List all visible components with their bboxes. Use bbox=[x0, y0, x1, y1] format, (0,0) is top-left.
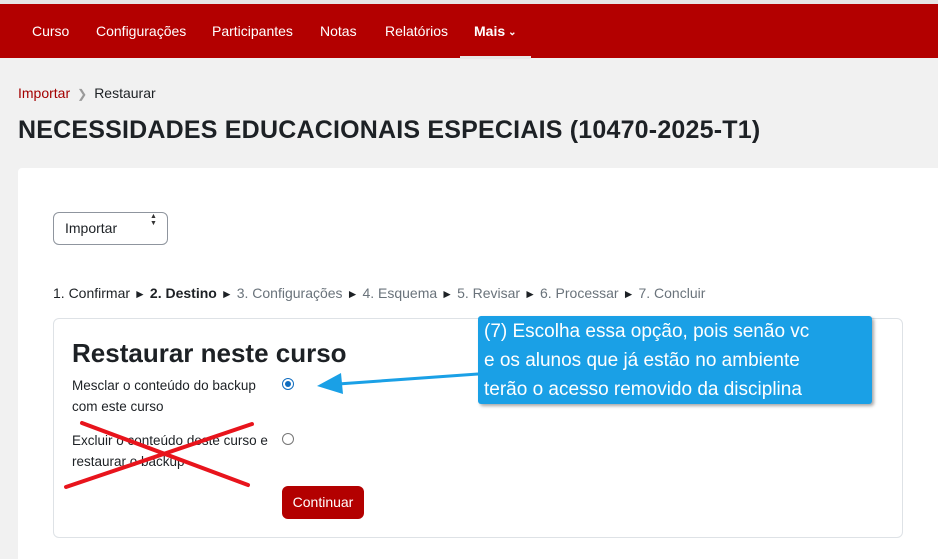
chevron-down-icon: ⌄ bbox=[508, 27, 517, 38]
annotation-callout: (7) Escolha essa opção, pois senão vc e … bbox=[478, 316, 872, 404]
nav-item-notas[interactable]: Notas bbox=[320, 4, 357, 58]
step-arrow-icon: ► bbox=[524, 287, 536, 301]
step-complete: 7. Concluir bbox=[638, 285, 706, 301]
delete-option-label[interactable]: Excluir o conteúdo deste curso e restaur… bbox=[72, 430, 277, 472]
action-select-value: Importar bbox=[65, 220, 118, 236]
annotation-line: terão o acesso removido da disciplina bbox=[484, 379, 802, 400]
nav-item-mais[interactable]: Mais ⌄ bbox=[474, 4, 517, 58]
continue-button[interactable]: Continuar bbox=[282, 486, 364, 519]
annotation-line: e os alunos que já estão no ambiente bbox=[484, 350, 800, 371]
step-review: 5. Revisar bbox=[457, 285, 521, 301]
step-settings: 3. Configurações bbox=[236, 285, 343, 301]
step-arrow-icon: ► bbox=[622, 287, 635, 301]
nav-item-curso[interactable]: Curso bbox=[32, 4, 69, 58]
nav-item-relatorios[interactable]: Relatórios bbox=[385, 4, 448, 58]
action-select[interactable]: Importar ▲▼ bbox=[53, 212, 168, 245]
step-schema: 4. Esquema bbox=[362, 285, 438, 301]
breadcrumb: Importar ❯ Restaurar bbox=[18, 85, 156, 101]
breadcrumb-current: Restaurar bbox=[94, 85, 156, 101]
step-arrow-icon: ► bbox=[134, 287, 146, 301]
step-process: 6. Processar bbox=[539, 285, 619, 301]
breadcrumb-separator-icon: ❯ bbox=[77, 87, 88, 101]
step-confirm: 1. Confirmar bbox=[53, 285, 131, 301]
restore-heading: Restaurar neste curso bbox=[72, 338, 347, 368]
nav-item-participantes[interactable]: Participantes bbox=[212, 4, 293, 58]
step-destination: 2. Destino bbox=[149, 285, 217, 301]
step-arrow-icon: ► bbox=[220, 287, 233, 301]
delete-option-radio[interactable] bbox=[282, 433, 294, 445]
merge-option-label[interactable]: Mesclar o conteúdo do backup com este cu… bbox=[72, 375, 277, 417]
step-arrow-icon: ► bbox=[346, 287, 359, 301]
page-title: NECESSIDADES EDUCACIONAIS ESPECIAIS (104… bbox=[18, 116, 761, 144]
merge-option-radio[interactable] bbox=[282, 378, 294, 390]
annotation-line: (7) Escolha essa opção, pois senão vc bbox=[484, 321, 810, 342]
breadcrumb-link-importar[interactable]: Importar bbox=[18, 85, 70, 101]
restore-steps: 1. Confirmar ► 2. Destino ► 3. Configurações… bbox=[53, 285, 705, 301]
active-tab-indicator bbox=[460, 56, 531, 59]
nav-item-configuracoes[interactable]: Configurações bbox=[96, 4, 186, 58]
nav-more-label: Mais bbox=[474, 23, 506, 39]
select-caret-icon: ▲▼ bbox=[150, 213, 157, 227]
step-arrow-icon: ► bbox=[441, 287, 454, 301]
course-navigation: Curso Configurações Participantes Notas … bbox=[0, 0, 938, 59]
